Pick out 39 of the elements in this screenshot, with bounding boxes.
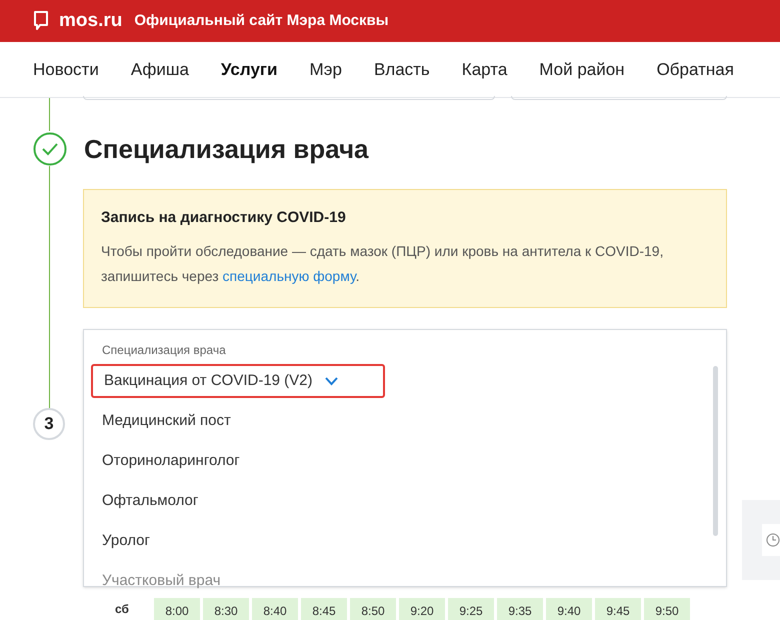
- step-number: 3: [33, 408, 65, 440]
- time-slot[interactable]: 8:00: [154, 598, 200, 620]
- dropdown-option[interactable]: Уролог: [91, 524, 150, 558]
- site-logo[interactable]: mos.ru: [59, 6, 122, 36]
- form-link[interactable]: специальную форму: [222, 268, 356, 284]
- input-field[interactable]: [83, 96, 495, 100]
- nav-link[interactable]: Услуги: [220, 56, 278, 82]
- notice-text: Чтобы пройти обследование — сдать мазок (ПЦР) или кровь на антитела к COVID-19, запишитесь через специальную форму.: [101, 242, 664, 286]
- dropdown-option[interactable]: Оториноларинголог: [91, 444, 240, 478]
- dropdown-option[interactable]: Медицинский пост: [91, 404, 231, 438]
- time-slot[interactable]: 9:20: [399, 598, 445, 620]
- nav-link[interactable]: Власть: [374, 56, 430, 82]
- nav-link[interactable]: Обратная: [656, 56, 734, 82]
- nav-link[interactable]: Мэр: [309, 56, 342, 82]
- time-slot[interactable]: 9:50: [644, 598, 690, 620]
- nav-link[interactable]: Афиша: [130, 56, 189, 82]
- nav-link[interactable]: Мой район: [539, 56, 625, 82]
- time-slot[interactable]: 8:30: [203, 598, 249, 620]
- dropdown-option[interactable]: Вакцинация от COVID-19 (V2): [91, 364, 385, 398]
- section-heading: Специализация врача: [84, 132, 369, 166]
- nav-link[interactable]: Карта: [462, 56, 508, 82]
- site-title: Официальный сайт Мэра Москвы: [134, 10, 389, 31]
- time-slot[interactable]: 9:40: [546, 598, 592, 620]
- time-slot[interactable]: 8:50: [350, 598, 396, 620]
- checkmark-icon: [324, 376, 338, 386]
- time-slot[interactable]: 9:35: [497, 598, 543, 620]
- time-slot[interactable]: 9:25: [448, 598, 494, 620]
- time-slot[interactable]: 8:45: [301, 598, 347, 620]
- scrollbar[interactable]: [713, 366, 718, 536]
- time-slot[interactable]: 9:45: [595, 598, 641, 620]
- speech-bubble-icon: [33, 11, 49, 31]
- nav-link[interactable]: Новости: [33, 56, 99, 82]
- day-label: сб: [115, 601, 130, 618]
- dropdown-option[interactable]: Офтальмолог: [91, 484, 198, 518]
- input-field[interactable]: [511, 96, 727, 100]
- time-slot[interactable]: 8:40: [252, 598, 298, 620]
- clock-icon: [766, 533, 780, 547]
- notice-title: Запись на диагностику COVID-19: [101, 208, 347, 228]
- dropdown-label: Специализация врача: [101, 342, 227, 359]
